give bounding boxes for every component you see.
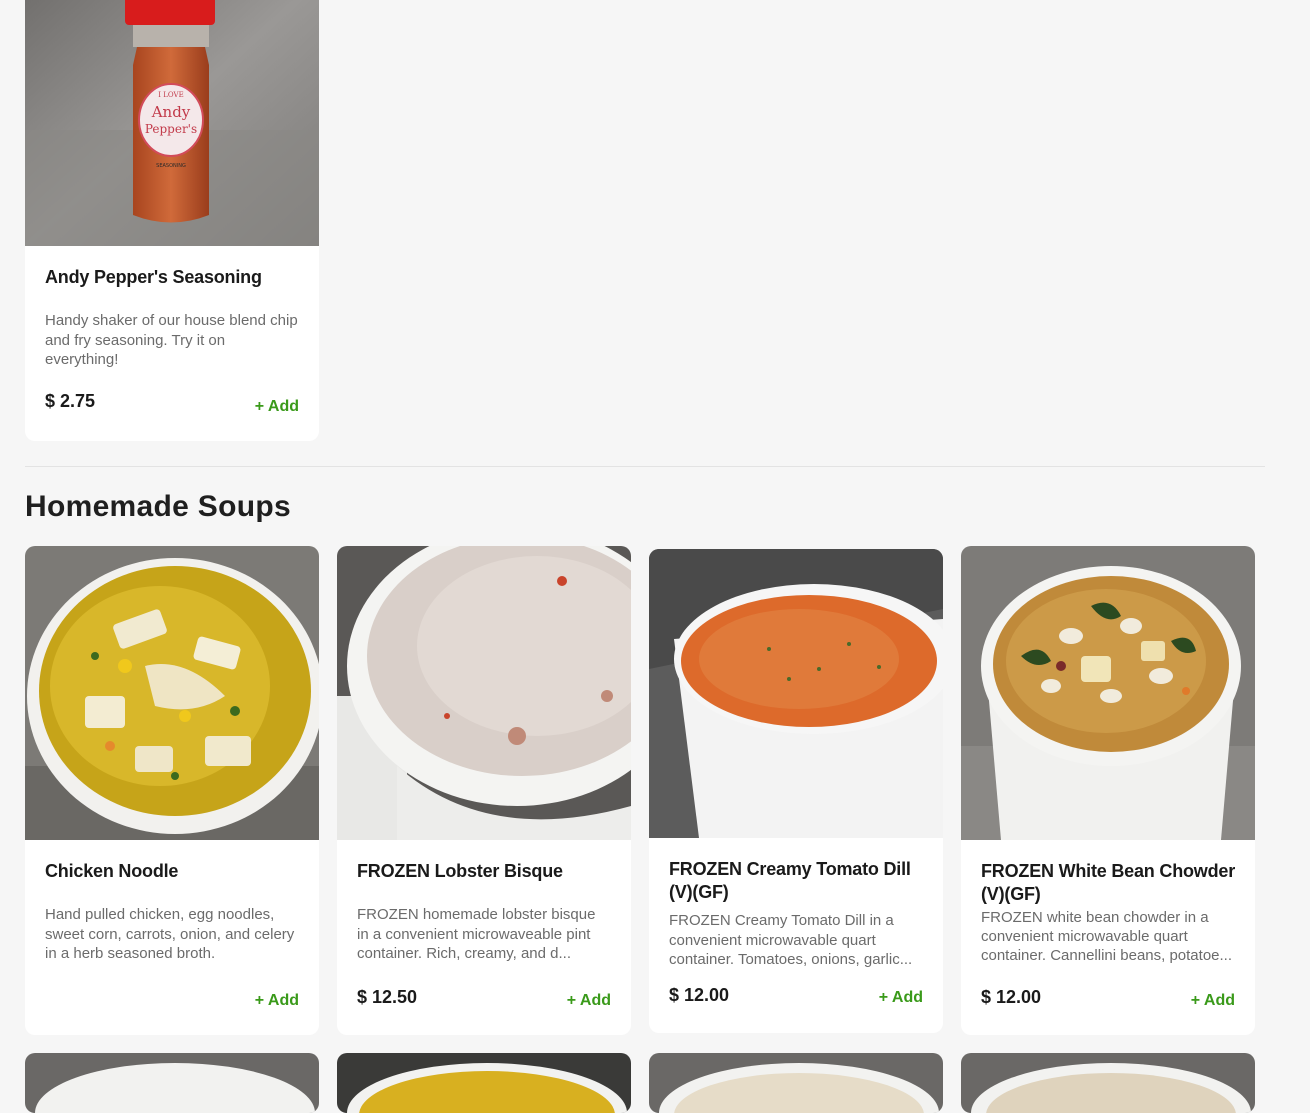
product-image bbox=[25, 546, 319, 840]
menu-item-card[interactable]: FROZEN White Bean Chowder (V)(GF) FROZEN… bbox=[961, 546, 1255, 1035]
menu-item-card[interactable] bbox=[649, 1053, 943, 1113]
menu-item-card[interactable]: FROZEN Lobster Bisque FROZEN homemade lo… bbox=[337, 546, 631, 1035]
item-description: Hand pulled chicken, egg noodles, sweet … bbox=[45, 906, 295, 962]
product-image bbox=[649, 549, 943, 838]
menu-item-card[interactable] bbox=[337, 1053, 631, 1113]
label-text: SEASONING bbox=[156, 163, 186, 169]
item-description: Handy shaker of our house blend chip and… bbox=[45, 312, 298, 368]
label-text: I LOVE bbox=[158, 91, 183, 99]
add-button[interactable]: + Add bbox=[1191, 992, 1235, 1010]
add-button[interactable]: + Add bbox=[879, 989, 923, 1007]
menu-item-card[interactable] bbox=[961, 1053, 1255, 1113]
item-title: Chicken Noodle bbox=[45, 861, 179, 881]
item-price: $ 12.00 bbox=[981, 987, 1042, 1007]
item-description: FROZEN white bean chowder in a convenien… bbox=[981, 909, 1233, 964]
add-button[interactable]: + Add bbox=[255, 398, 299, 416]
label-text: Pepper's bbox=[145, 122, 197, 136]
section-divider bbox=[25, 466, 1265, 467]
item-price: $ 12.50 bbox=[357, 987, 418, 1007]
item-title: FROZEN White Bean Chowder (V)(GF) bbox=[981, 861, 1236, 904]
item-description: FROZEN Creamy Tomato Dill in a convenien… bbox=[669, 912, 913, 968]
menu-item-card[interactable]: I LOVE Andy Pepper's SEASONING Andy Pepp… bbox=[25, 0, 319, 441]
product-image bbox=[961, 1053, 1255, 1113]
product-image bbox=[337, 546, 631, 840]
menu-item-card[interactable]: FROZEN Creamy Tomato Dill (V)(GF) FROZEN… bbox=[649, 549, 943, 1033]
add-button[interactable]: + Add bbox=[567, 992, 611, 1010]
item-title: FROZEN Creamy Tomato Dill (V)(GF) bbox=[669, 859, 911, 902]
product-image bbox=[961, 546, 1255, 840]
item-price: $ 2.75 bbox=[45, 391, 96, 411]
product-image bbox=[649, 1053, 943, 1113]
product-image bbox=[25, 1053, 319, 1113]
item-title: Andy Pepper's Seasoning bbox=[45, 267, 262, 287]
item-title: FROZEN Lobster Bisque bbox=[357, 861, 563, 881]
item-description: FROZEN homemade lobster bisque in a conv… bbox=[357, 906, 596, 962]
item-price: $ 12.00 bbox=[669, 985, 730, 1005]
add-button[interactable]: + Add bbox=[255, 992, 299, 1010]
menu-item-card[interactable]: Chicken Noodle Hand pulled chicken, egg … bbox=[25, 546, 319, 1035]
section-title: Homemade Soups bbox=[25, 490, 291, 523]
label-text: Andy bbox=[151, 103, 191, 121]
product-image bbox=[337, 1053, 631, 1113]
product-image: I LOVE Andy Pepper's SEASONING bbox=[25, 0, 319, 246]
menu-item-card[interactable] bbox=[25, 1053, 319, 1113]
